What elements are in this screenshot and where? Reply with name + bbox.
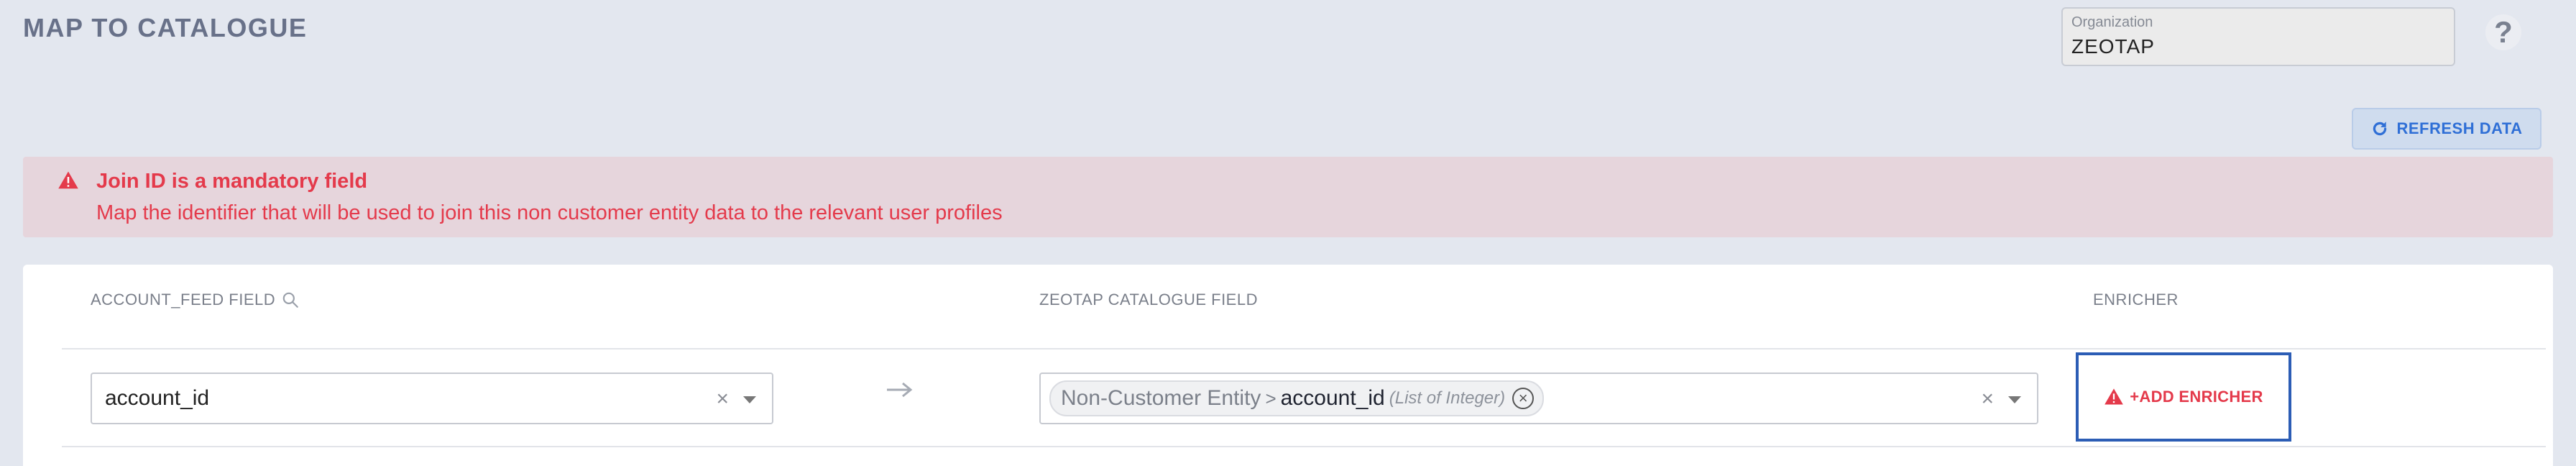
catalogue-field-select[interactable]: Non-Customer Entity > account_id (List o…	[1039, 373, 2038, 424]
refresh-data-label: REFRESH DATA	[2396, 119, 2523, 137]
column-header-target: ZEOTAP CATALOGUE FIELD	[1039, 291, 1258, 309]
catalogue-clear-icon[interactable]: ×	[1981, 387, 1994, 411]
warning-icon	[58, 171, 78, 189]
source-clear-icon[interactable]: ×	[716, 387, 729, 411]
organization-field[interactable]: Organization ZEOTAP	[2061, 7, 2455, 66]
catalogue-chevron-down-icon[interactable]	[2008, 396, 2021, 403]
chip-entity-path: Non-Customer Entity	[1061, 386, 1261, 410]
add-enricher-button[interactable]: +ADD ENRICHER	[2076, 352, 2291, 442]
warning-icon	[2104, 388, 2124, 405]
column-header-source: ACCOUNT_FEED FIELD	[91, 291, 300, 309]
header-divider	[62, 348, 2546, 350]
chip-field-type: (List of Integer)	[1389, 388, 1506, 408]
arrow-right-icon	[887, 382, 913, 398]
help-button[interactable]: ?	[2485, 14, 2521, 50]
catalogue-field-chip: Non-Customer Entity > account_id (List o…	[1049, 380, 1545, 416]
source-field-select[interactable]: account_id ×	[91, 373, 773, 424]
error-alert: Join ID is a mandatory field Map the ide…	[23, 157, 2553, 237]
source-field-value: account_id	[105, 386, 210, 410]
organization-value: ZEOTAP	[2071, 35, 2155, 58]
refresh-data-button[interactable]: REFRESH DATA	[2352, 108, 2542, 150]
source-chevron-down-icon[interactable]	[743, 396, 756, 403]
search-icon[interactable]	[281, 291, 300, 309]
chip-separator: >	[1265, 387, 1276, 409]
chip-field-name: account_id	[1280, 386, 1385, 410]
organization-label: Organization	[2071, 14, 2153, 30]
add-enricher-label: +ADD ENRICHER	[2130, 388, 2263, 406]
column-header-enricher: ENRICHER	[2093, 291, 2179, 309]
column-header-target-label: ZEOTAP CATALOGUE FIELD	[1039, 291, 1258, 309]
refresh-icon	[2373, 122, 2387, 136]
page-title: MAP TO CATALOGUE	[23, 13, 308, 42]
column-header-enricher-label: ENRICHER	[2093, 291, 2179, 309]
row-divider	[62, 446, 2546, 447]
mapping-table: ACCOUNT_FEED FIELD ZEOTAP CATALOGUE FIEL…	[23, 265, 2553, 466]
alert-description: Map the identifier that will be used to …	[96, 201, 1003, 224]
chip-remove-icon[interactable]: ×	[1512, 388, 1535, 409]
alert-title: Join ID is a mandatory field	[96, 170, 368, 193]
column-header-source-label: ACCOUNT_FEED FIELD	[91, 291, 276, 309]
